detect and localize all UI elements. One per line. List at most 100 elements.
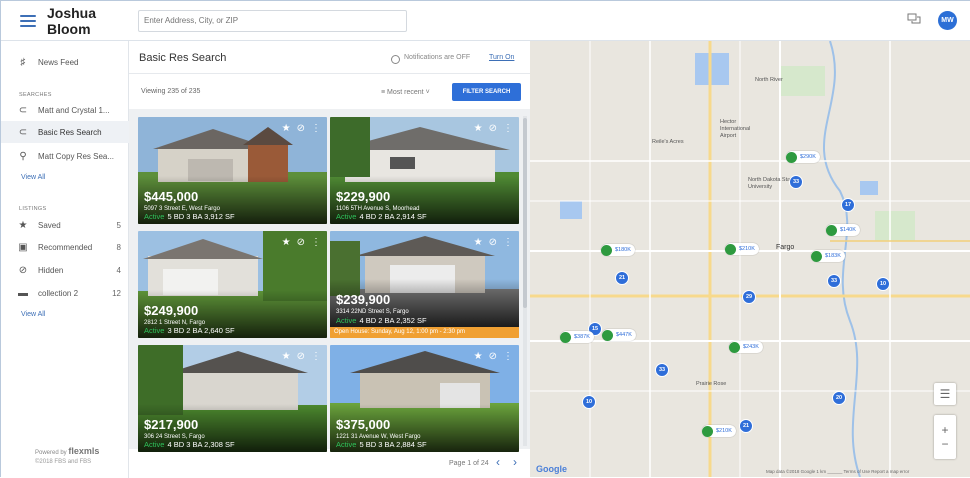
cluster-marker[interactable]: 17 <box>841 198 855 212</box>
star-icon[interactable]: ★ <box>474 123 483 134</box>
house-icon <box>826 224 837 236</box>
listing-specs: 4 BD 2 BA 2,352 SF <box>359 316 427 325</box>
cluster-marker[interactable]: 10 <box>582 395 596 409</box>
filter-search-button[interactable]: FILTER SEARCH <box>452 83 521 101</box>
listing-details: Active 4 BD 3 BA 2,308 SF <box>144 440 235 449</box>
star-icon[interactable]: ★ <box>474 351 483 362</box>
folder-icon: ▬ <box>18 287 28 299</box>
avatar[interactable]: MW <box>938 11 957 30</box>
cluster-marker[interactable]: 20 <box>832 391 846 405</box>
sidebar-item-hidden[interactable]: ⊘ Hidden 4 <box>1 259 129 281</box>
price-marker-label: $183K <box>825 253 841 259</box>
sidebar-item-search-2[interactable]: ⊂ Basic Res Search <box>1 121 129 143</box>
listing-card[interactable]: ★ ⊘ ⋮ $217,900 306 24 Street S, Fargo Acti… <box>138 345 327 452</box>
layers-icon[interactable]: ☰ <box>934 383 956 405</box>
listings-view-all-link[interactable]: View All <box>21 311 45 318</box>
next-page-icon[interactable]: › <box>513 455 517 469</box>
hide-icon[interactable]: ⊘ <box>489 123 497 134</box>
price-marker-label: $180K <box>615 247 631 253</box>
map[interactable]: North River Hector International Airport… <box>530 41 970 477</box>
prev-page-icon[interactable]: ‹ <box>496 455 500 469</box>
cluster-marker[interactable]: 10 <box>876 277 890 291</box>
star-icon[interactable]: ★ <box>282 351 291 362</box>
sidebar-item-news-feed[interactable]: ♯ News Feed <box>1 51 129 73</box>
cluster-marker[interactable]: 33 <box>827 274 841 288</box>
divider <box>129 73 530 74</box>
listing-specs: 5 BD 3 BA 2,884 SF <box>359 440 427 449</box>
listing-price: $249,900 <box>144 303 199 318</box>
sidebar-item-search-3[interactable]: ⚲ Matt Copy Res Sea... <box>1 145 129 167</box>
sort-label: Most recent <box>387 89 424 96</box>
status-badge: Active <box>144 440 165 449</box>
listing-price: $229,900 <box>336 189 391 204</box>
sidebar-item-recommended[interactable]: ▣ Recommended 8 <box>1 236 129 258</box>
price-marker[interactable]: $140K <box>826 224 860 236</box>
more-icon[interactable]: ⋮ <box>311 237 321 248</box>
more-icon[interactable]: ⋮ <box>503 237 513 248</box>
price-marker[interactable]: $290K <box>786 151 820 163</box>
cluster-marker[interactable]: 33 <box>789 175 803 189</box>
price-marker[interactable]: $183K <box>811 250 845 262</box>
listing-details: Active 3 BD 2 BA 2,640 SF <box>144 326 235 335</box>
menu-icon[interactable] <box>20 14 36 27</box>
powered-by-text: Powered by <box>35 450 67 456</box>
price-marker[interactable]: $210K <box>702 425 736 437</box>
price-marker[interactable]: $180K <box>601 244 635 256</box>
sidebar-item-saved[interactable]: ★ Saved 5 <box>1 214 129 236</box>
hide-icon[interactable]: ⊘ <box>297 351 305 362</box>
searches-view-all-link[interactable]: View All <box>21 174 45 181</box>
listing-details: Active 5 BD 3 BA 2,884 SF <box>336 440 427 449</box>
scrollbar-thumb[interactable] <box>523 118 527 308</box>
magnet-icon: ⊂ <box>18 104 28 116</box>
chat-icon[interactable] <box>907 13 921 25</box>
hide-icon[interactable]: ⊘ <box>297 123 305 134</box>
cluster-marker[interactable]: 21 <box>615 271 629 285</box>
zoom-controls: + − <box>934 415 956 459</box>
bell-icon: ♯ <box>20 56 26 68</box>
cluster-marker[interactable]: 29 <box>742 290 756 304</box>
star-icon[interactable]: ★ <box>282 237 291 248</box>
page-indicator: Page 1 of 24 <box>449 460 489 467</box>
star-icon: ★ <box>18 219 28 231</box>
more-icon[interactable]: ⋮ <box>503 123 513 134</box>
house-icon <box>811 250 822 262</box>
cluster-marker[interactable]: 21 <box>739 419 753 433</box>
more-icon[interactable]: ⋮ <box>311 123 321 134</box>
cluster-marker[interactable]: 33 <box>655 363 669 377</box>
house-icon <box>602 329 613 341</box>
house-icon <box>560 331 571 343</box>
price-marker[interactable]: $447K <box>602 329 636 341</box>
sidebar-item-count: 12 <box>112 288 121 298</box>
zoom-out-icon[interactable]: − <box>941 437 948 451</box>
hide-icon[interactable]: ⊘ <box>489 237 497 248</box>
price-marker[interactable]: $387K <box>560 331 594 343</box>
star-icon[interactable]: ★ <box>474 237 483 248</box>
more-icon[interactable]: ⋮ <box>311 351 321 362</box>
listing-card[interactable]: ★ ⊘ ⋮ $239,900 3314 22ND Street S, Fargo A… <box>330 231 519 338</box>
flexmls-logo: flexmls <box>68 446 100 456</box>
listing-card[interactable]: ★ ⊘ ⋮ $375,000 1221 31 Avenue W, West Farg… <box>330 345 519 452</box>
address-search-input[interactable] <box>138 9 407 32</box>
price-marker[interactable]: $210K <box>725 243 759 255</box>
hide-icon[interactable]: ⊘ <box>489 351 497 362</box>
more-icon[interactable]: ⋮ <box>503 351 513 362</box>
results-panel: Basic Res Search Notifications are OFF T… <box>129 41 530 478</box>
sidebar-item-search-1[interactable]: ⊂ Matt and Crystal 1... <box>1 99 129 121</box>
sidebar-item-label: collection 2 <box>38 288 79 298</box>
zoom-in-icon[interactable]: + <box>941 423 948 437</box>
listing-card[interactable]: ★ ⊘ ⋮ $249,900 2812 1 Street N, Fargo Acti… <box>138 231 327 338</box>
listing-card[interactable]: ★ ⊘ ⋮ $229,900 1106 5TH Avenue S, Moorhead… <box>330 117 519 224</box>
sidebar-item-label: Basic Res Search <box>38 127 102 137</box>
map-label: Fargo <box>776 244 795 251</box>
sidebar-item-collection[interactable]: ▬ collection 2 12 <box>1 282 129 304</box>
brand-name: Joshua Bloom <box>47 4 97 37</box>
map-label: Hector International Airport <box>720 119 751 139</box>
price-marker[interactable]: $243K <box>729 341 763 353</box>
house-icon <box>786 151 797 163</box>
turn-on-notifications-link[interactable]: Turn On <box>489 54 514 61</box>
sort-dropdown[interactable]: ≡ Most recent ˅ <box>381 89 430 96</box>
star-icon[interactable]: ★ <box>282 123 291 134</box>
price-marker-label: $447K <box>616 332 632 338</box>
listing-card[interactable]: ★ ⊘ ⋮ $445,000 5097 3 Street E, West Fargo… <box>138 117 327 224</box>
hide-icon[interactable]: ⊘ <box>297 237 305 248</box>
